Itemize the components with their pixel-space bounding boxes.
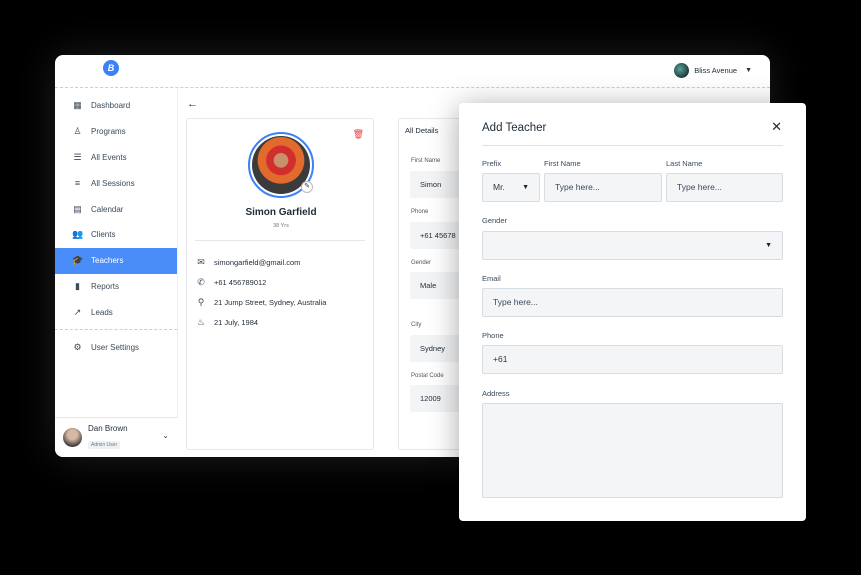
detail-label-gender: Gender <box>411 260 432 266</box>
profile-birthday-row: ♨ 21 July, 1984 <box>196 312 326 332</box>
detail-label-phone: Phone <box>411 209 429 215</box>
dashboard-icon: ▦ <box>73 100 82 111</box>
sidebar: ▦ Dashboard ♙ Programs ☰ All Events ≡ All Sessi… <box>55 88 178 457</box>
email-input[interactable]: Type here... <box>482 288 783 317</box>
profile-card: ✎ 🗑 Simon Garfield 38 Yrs ✉ simongarfield… <box>186 118 374 450</box>
chevron-down-icon[interactable]: ⌄ <box>162 431 169 440</box>
sidebar-item-teachers[interactable]: 🎓 Teachers <box>55 247 177 274</box>
add-teacher-modal: Add Teacher ✕ Prefix Mr. ▼ First Name Ty… <box>459 103 806 521</box>
sidebar-item-label: Leads <box>91 307 113 317</box>
graduation-cap-icon: 🎓 <box>72 255 84 266</box>
profile-phone: +61 456789012 <box>214 277 267 287</box>
profile-name: Simon Garfield <box>245 207 317 218</box>
sidebar-item-label: Dashboard <box>91 101 131 111</box>
mail-icon: ✉ <box>197 256 205 267</box>
details-title: All Details <box>405 126 439 135</box>
user-name: Dan Brown <box>88 424 128 433</box>
sidebar-item-reports[interactable]: ▮ Reports <box>55 274 177 300</box>
prefix-select[interactable]: Mr. ▼ <box>482 173 540 202</box>
trend-icon: ↗ <box>73 306 82 317</box>
sidebar-item-label: Programs <box>91 127 126 137</box>
modal-divider <box>482 145 783 146</box>
sidebar-item-all-events[interactable]: ☰ All Events <box>55 145 177 171</box>
sidebar-item-label: Reports <box>91 281 120 291</box>
sidebar-item-label: Calendar <box>91 204 124 214</box>
sidebar-item-calendar[interactable]: ▤ Calendar <box>55 196 177 222</box>
calendar-icon: ▤ <box>73 203 82 214</box>
sidebar-item-leads[interactable]: ↗ Leads <box>55 299 177 325</box>
detail-label-first-name: First Name <box>411 158 441 164</box>
first-name-input[interactable]: Type here... <box>544 173 662 202</box>
phone-input[interactable]: +61 <box>482 345 783 374</box>
account-menu[interactable]: Bliss Avenue ▼ <box>674 63 752 78</box>
profile-divider <box>195 240 365 241</box>
sidebar-item-programs[interactable]: ♙ Programs <box>55 119 177 145</box>
last-name-label: Last Name <box>666 159 703 168</box>
profile-contact-list: ✉ simongarfield@gmail.com ✆ +61 456789012 … <box>196 252 326 332</box>
sidebar-item-user-settings[interactable]: ⚙ User Settings <box>55 334 177 360</box>
trash-icon[interactable]: 🗑 <box>353 129 364 140</box>
profile-email-row: ✉ simongarfield@gmail.com <box>196 252 326 272</box>
profile-birthday: 21 July, 1984 <box>214 317 259 327</box>
sidebar-item-label: All Events <box>91 152 127 162</box>
account-avatar <box>674 63 690 78</box>
prefix-label: Prefix <box>482 159 502 168</box>
location-pin-icon: ⚲ <box>197 296 205 307</box>
cake-icon: ♨ <box>196 316 206 327</box>
gender-label: Gender <box>482 216 508 225</box>
lines-icon: ≡ <box>74 178 81 189</box>
detail-label-city: City <box>411 322 422 328</box>
sidebar-divider <box>55 329 177 331</box>
address-textarea[interactable] <box>482 403 783 498</box>
user-role-badge: Admin User <box>88 441 121 449</box>
email-label: Email <box>482 274 501 283</box>
list-icon: ☰ <box>73 151 82 162</box>
sidebar-item-label: Clients <box>91 230 116 240</box>
close-icon[interactable]: ✕ <box>771 119 782 135</box>
sidebar-item-all-sessions[interactable]: ≡ All Sessions <box>55 170 177 196</box>
caret-down-icon: ▼ <box>522 184 529 191</box>
profile-age: 38 Yrs <box>273 223 289 229</box>
last-name-input[interactable]: Type here... <box>666 173 783 202</box>
caret-down-icon: ▼ <box>765 242 772 249</box>
profile-address-row: ⚲ 21 Jump Street, Sydney, Australia <box>196 292 327 312</box>
user-settings-icon: ⚙ <box>73 341 82 352</box>
top-bar: B Bliss Avenue ▼ <box>55 55 770 88</box>
sidebar-item-label: Teachers <box>91 256 124 266</box>
sidebar-item-label: User Settings <box>91 342 140 352</box>
profile-photo: ✎ <box>248 132 314 198</box>
sidebar-item-clients[interactable]: 👥 Clients <box>55 222 177 248</box>
current-user-card[interactable]: Dan Brown Admin User ⌄ <box>55 417 178 457</box>
user-avatar <box>63 428 82 447</box>
edit-pencil-icon[interactable]: ✎ <box>301 181 313 193</box>
sidebar-item-dashboard[interactable]: ▦ Dashboard <box>55 93 177 119</box>
profile-phone-row: ✆ +61 456789012 <box>196 272 326 292</box>
group-icon: 👥 <box>72 229 84 240</box>
caret-down-icon: ▼ <box>745 67 752 74</box>
sidebar-item-label: All Sessions <box>91 178 135 188</box>
prefix-value: Mr. <box>493 182 505 192</box>
profile-email: simongarfield@gmail.com <box>214 257 301 267</box>
first-name-label: First Name <box>544 159 581 168</box>
person-icon: ♙ <box>73 126 82 137</box>
back-arrow-icon[interactable]: ← <box>187 98 198 110</box>
modal-title: Add Teacher <box>482 122 547 134</box>
bar-chart-icon: ▮ <box>75 280 80 291</box>
phone-label: Phone <box>482 331 504 340</box>
logo[interactable]: B <box>103 60 119 76</box>
gender-select[interactable]: ▼ <box>482 231 783 260</box>
profile-address: 21 Jump Street, Sydney, Australia <box>214 297 327 307</box>
address-label: Address <box>482 389 510 398</box>
detail-label-postal-code: Postal Code <box>411 373 444 379</box>
account-name: Bliss Avenue <box>694 66 738 75</box>
phone-icon: ✆ <box>197 276 205 287</box>
